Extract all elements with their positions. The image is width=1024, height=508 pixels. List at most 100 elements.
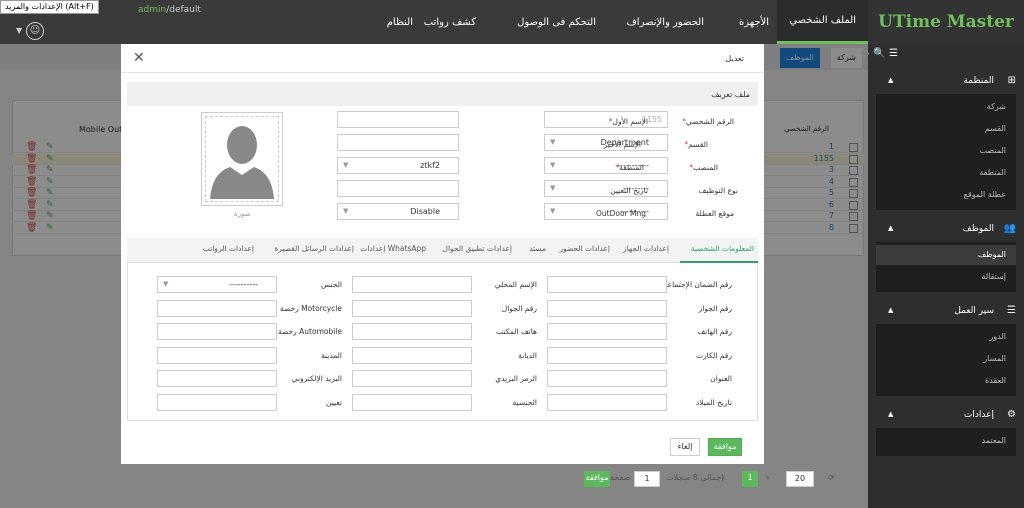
field-input[interactable] — [157, 370, 277, 387]
sidebar-section[interactable]: المنظمة ⊞ ▲ — [876, 68, 1024, 94]
sidebar-item[interactable]: المنطقة — [979, 168, 1006, 177]
goto-label: صفحة — [610, 473, 631, 482]
field-label: الإسم المحلي — [494, 280, 537, 289]
sidebar-item[interactable]: الموظف — [978, 250, 1006, 259]
gender-select[interactable]: ---------- ▼ — [157, 276, 277, 293]
section-icon: ☰ — [1007, 305, 1016, 316]
photo-box[interactable] — [201, 112, 283, 206]
tab-mobile-app[interactable]: إعدادات تطبيق الجوال — [443, 244, 512, 253]
emp-code-input[interactable]: 1155 — [544, 111, 668, 128]
nav-personnel[interactable]: الملف الشخصي — [777, 0, 868, 44]
edit-modal: تعديل ✕ ملف تعريف *الرقم الشخصي 1155 *ال… — [121, 44, 764, 464]
field-label: رقم الجواز — [698, 303, 732, 313]
field-label: البريد الإلكتروني — [291, 374, 342, 383]
field-input[interactable] — [547, 346, 667, 364]
position-select[interactable]: ----------- ▼ — [544, 157, 668, 174]
field-input[interactable] — [547, 323, 667, 340]
goto-input[interactable]: 1 — [634, 471, 660, 487]
sidebar-section[interactable]: إعدادات ⚙ ▲ — [876, 402, 1024, 428]
field-input[interactable] — [352, 276, 472, 293]
nav-access[interactable]: التحكم فى الوصول — [517, 0, 596, 44]
chevron-right-icon[interactable]: › — [766, 471, 769, 487]
label-department: *القسم — [684, 140, 708, 149]
sidebar-item[interactable]: عطلة الموقع — [964, 190, 1006, 199]
field-input[interactable] — [352, 299, 472, 317]
field-label: رقم الضمان الإجتماعي — [661, 280, 732, 289]
breadcrumb: admin/default — [138, 5, 201, 15]
page-size-select[interactable]: 20 — [786, 471, 814, 487]
emp-type-select[interactable]: --------- ▼ — [544, 180, 668, 197]
close-icon[interactable]: ✕ — [133, 50, 145, 66]
field-input[interactable] — [157, 299, 277, 317]
field-input[interactable] — [547, 370, 667, 387]
refresh-icon[interactable]: ⟳ — [828, 471, 835, 487]
section-header: ملف تعريف — [127, 82, 758, 106]
tab-attendance[interactable]: إعدادات الحضور — [559, 244, 610, 253]
sidebar-submenu: المعتمد — [876, 428, 1016, 456]
label-first-name: *الإسم الأول — [608, 117, 648, 126]
sidebar-item[interactable]: شركة — [987, 102, 1006, 111]
field-input[interactable] — [547, 299, 667, 317]
tab-personal[interactable]: المعلومات الشخصية — [691, 244, 754, 253]
field-input[interactable] — [157, 393, 277, 411]
chevron-left-icon[interactable]: ‹ — [722, 471, 725, 487]
field-label: المدينة — [320, 350, 342, 360]
browser-tooltip: الإعدادات والمزيد (Alt+F) — [0, 0, 99, 14]
first-name-input[interactable] — [337, 111, 459, 128]
hire-date-input[interactable] — [337, 180, 459, 197]
sidebar-item[interactable]: المعتمد — [982, 436, 1006, 445]
label-outdoor: OutDoor Mng — [595, 209, 646, 218]
tab-device[interactable]: إعدادات الجهاز — [623, 244, 669, 253]
last-name-input[interactable] — [337, 134, 459, 151]
tab-whatsapp[interactable]: إعدادات WhatsApp — [360, 244, 426, 253]
field-input[interactable] — [352, 346, 472, 364]
sidebar-section[interactable]: سير العمل ☰ ▲ — [876, 298, 1024, 324]
label-location: موقع العطلة — [695, 209, 735, 218]
area-select[interactable]: ztkf2 ▼ — [337, 157, 459, 174]
tab-sms[interactable]: إعدادات الرسائل القصيرة — [274, 244, 354, 253]
tab-payroll[interactable]: إعدادات الرواتب — [203, 244, 254, 253]
nav-system[interactable]: النظام — [387, 0, 413, 44]
sidebar-item[interactable]: القسم — [985, 124, 1006, 133]
field-input[interactable] — [547, 393, 667, 411]
sidebar-item[interactable]: إستقالة — [981, 272, 1006, 281]
cancel-button[interactable]: إلغاء — [670, 438, 700, 456]
field-label: الجنسية — [512, 397, 537, 407]
user-avatar-icon[interactable]: ☺ — [26, 22, 44, 40]
tab-delegate[interactable]: مسئد — [529, 244, 546, 253]
sidebar-section[interactable]: الموظف 👥 ▲ — [876, 216, 1024, 242]
sidebar-item[interactable]: العقدة — [985, 376, 1006, 385]
section-icon: ⚙ — [1007, 409, 1016, 420]
sidebar-submenu: شركة القسم المنصب المنطقة عطلة الموقع — [876, 94, 1016, 210]
field-label: تاريخ الميلاد — [695, 397, 732, 407]
field-input[interactable] — [157, 323, 277, 340]
field-input[interactable] — [352, 370, 472, 387]
field-input[interactable] — [352, 323, 472, 340]
nav-payroll[interactable]: كشف رواتب — [424, 0, 476, 44]
field-label: رخصة Motorcycle — [279, 303, 342, 313]
nav-devices[interactable]: الأجهزة — [739, 0, 769, 44]
field-input[interactable] — [352, 393, 472, 411]
field-input[interactable] — [547, 276, 667, 293]
sidebar-item[interactable]: المنصب — [980, 146, 1007, 155]
section-icon: ⊞ — [1007, 75, 1016, 86]
field-input[interactable] — [157, 346, 277, 364]
field-label: الديانة — [518, 350, 537, 360]
goto-button[interactable]: موافقة — [584, 471, 610, 487]
nav-attendance[interactable]: الحضور والإنصراف — [626, 0, 704, 44]
sidebar-item[interactable]: المسار — [983, 354, 1006, 363]
current-page[interactable]: 1 — [742, 471, 758, 487]
field-label: هاتف المكتب — [496, 327, 537, 336]
confirm-button[interactable]: موافقة — [708, 438, 742, 456]
chevron-down-icon[interactable]: ▼ — [16, 26, 22, 35]
outdoor-select[interactable]: Disable ▼ — [337, 203, 459, 220]
sidebar-submenu: الموظف إستقالة — [876, 242, 1016, 292]
field-label: رقم الهاتف — [697, 327, 732, 336]
label-position: *المنصب — [689, 163, 718, 172]
field-label: الجنس — [320, 280, 342, 289]
field-label: الرمز البريدي — [495, 374, 537, 383]
label-area: *المنطقة — [615, 163, 644, 172]
brand-logo: UTime Master — [868, 0, 1024, 44]
chevron-up-icon: ▲ — [888, 306, 894, 314]
sidebar-item[interactable]: الدور — [989, 332, 1006, 341]
